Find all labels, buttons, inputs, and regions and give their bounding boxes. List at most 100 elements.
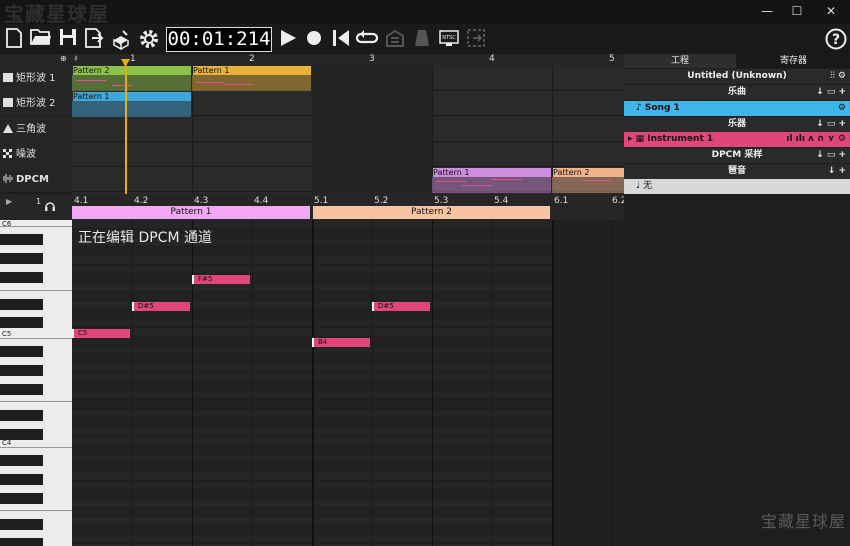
- bar-number: 4: [489, 54, 495, 64]
- sequencer-grid[interactable]: Pattern 2 Pattern 1 Pattern 1 Pattern 1 …: [72, 66, 624, 194]
- grid-row: [72, 472, 624, 481]
- song-item[interactable]: ♪ Song 1 ⚙: [624, 101, 850, 116]
- song-settings-icon[interactable]: ⚙: [838, 101, 846, 116]
- export-icon[interactable]: [83, 28, 105, 50]
- close-button[interactable]: ✕: [816, 0, 846, 24]
- watermark-top: 宝藏星球屋: [4, 2, 109, 26]
- pattern-block[interactable]: Pattern 2: [552, 168, 624, 193]
- qwerty-keyboard-icon[interactable]: [384, 28, 406, 50]
- ntsc-machine-icon[interactable]: NTSC: [438, 28, 460, 50]
- instrument-item[interactable]: ▸ ▦ Instrument 1 ıl ılı ʌ ∩ ⋎ ⚙: [624, 132, 850, 147]
- note-d-sharp-5[interactable]: D#5: [132, 302, 190, 311]
- tab-project[interactable]: 工程: [624, 54, 736, 68]
- bar-number: 5: [609, 54, 615, 64]
- grid-row: [72, 274, 624, 283]
- note-c-5[interactable]: C5: [72, 329, 130, 338]
- add-instrument-icon[interactable]: ↓ ▭ +: [816, 117, 846, 132]
- help-icon[interactable]: ?: [824, 28, 848, 50]
- grid-row: [72, 247, 624, 256]
- rewind-icon[interactable]: [330, 28, 352, 50]
- record-icon[interactable]: [303, 28, 325, 50]
- sequencer-header[interactable]: [72, 54, 624, 66]
- add-channel-icon[interactable]: ⊕: [60, 54, 67, 63]
- piano-roll-grid[interactable]: F#5 D#5 D#5 C5 B4: [72, 220, 624, 546]
- pattern-block[interactable]: Pattern 2: [72, 66, 191, 91]
- toolbar: 00:01:214 NTSC ?: [0, 24, 850, 54]
- grid-row: [72, 256, 624, 265]
- bar-number: 2: [249, 54, 255, 64]
- open-folder-icon[interactable]: [30, 28, 52, 50]
- sequencer-playhead[interactable]: [125, 66, 127, 194]
- project-title-row[interactable]: Untitled (Unknown) ⫶⫶ ⚙: [624, 69, 850, 84]
- piano-keyboard[interactable]: C6 C5 C4: [0, 220, 72, 546]
- piano-roll-pattern-1[interactable]: Pattern 1: [72, 206, 310, 219]
- pattern-block[interactable]: Pattern 1: [72, 92, 191, 117]
- song-label: Song 1: [644, 103, 680, 113]
- piano-roll-pattern-2[interactable]: Pattern 2: [313, 206, 550, 219]
- project-properties-icon[interactable]: ⫶⫶ ⚙: [830, 69, 846, 84]
- channel-square-1[interactable]: 矩形波 1: [0, 66, 72, 91]
- instrument-label: Instrument 1: [647, 134, 714, 144]
- cleanup-icon[interactable]: [110, 28, 132, 51]
- metronome-icon[interactable]: [411, 28, 433, 50]
- beat-label: 6.1: [554, 196, 569, 206]
- svg-text:?: ?: [832, 32, 840, 48]
- grid-row: [72, 526, 624, 535]
- play-icon[interactable]: [277, 28, 299, 50]
- add-arpeggio-icon[interactable]: ↓ +: [828, 164, 846, 179]
- beat-label: 4.2: [134, 196, 149, 206]
- songs-header-label: 乐曲: [727, 87, 746, 97]
- note-d-sharp-5[interactable]: D#5: [372, 302, 430, 311]
- add-dpcm-icon[interactable]: ↓ ▭ +: [816, 148, 846, 163]
- grid-row: [72, 490, 624, 499]
- channel-square-2[interactable]: 矩形波 2: [0, 91, 72, 116]
- watermark-bottom: 宝藏星球屋: [760, 512, 846, 531]
- expand-instrument-icon[interactable]: ▸ ▦: [628, 134, 647, 144]
- grid-row: [72, 535, 624, 544]
- channel-label: 噪波: [16, 149, 36, 160]
- dpcm-samples-header: DPCM 采样 ↓ ▭ +: [624, 148, 850, 163]
- pattern-block[interactable]: Pattern 1: [432, 168, 551, 193]
- channel-noise[interactable]: 噪波: [0, 142, 72, 167]
- beat-label: 5.1: [314, 196, 329, 206]
- arpeggio-item[interactable]: ♩ 无: [624, 179, 850, 194]
- minimize-button[interactable]: —: [752, 0, 782, 24]
- project-title: Untitled (Unknown): [687, 71, 787, 81]
- grid-row: [72, 391, 624, 400]
- beat-label: 4.1: [74, 196, 89, 206]
- expand-arrow-icon[interactable]: ▶: [6, 197, 12, 206]
- instruments-header-label: 乐器: [727, 119, 746, 129]
- grid-row: [72, 445, 624, 454]
- tab-registers[interactable]: 寄存器: [737, 54, 850, 68]
- grid-row: [72, 265, 624, 274]
- grid-row: [72, 454, 624, 463]
- maximize-button[interactable]: ☐: [782, 0, 812, 24]
- grid-row: [72, 463, 624, 472]
- channel-dpcm[interactable]: DPCM: [0, 167, 72, 192]
- instrument-envelope-icons[interactable]: ıl ılı ʌ ∩ ⋎ ⚙: [786, 132, 846, 147]
- music-note-icon: ♪: [636, 103, 645, 113]
- settings-gear-icon[interactable]: [138, 28, 160, 50]
- note-b-4[interactable]: B4: [312, 338, 370, 347]
- bar-number: 3: [369, 54, 375, 64]
- channel-triangle[interactable]: 三角波: [0, 117, 72, 142]
- arpeggios-header: 琶音 ↓ +: [624, 164, 850, 179]
- loop-icon[interactable]: [355, 28, 379, 50]
- channel-label: 矩形波 2: [16, 98, 56, 109]
- noise-icon: [3, 143, 13, 158]
- bar-number: 1: [130, 54, 136, 64]
- new-file-icon[interactable]: [3, 28, 25, 50]
- pattern-block[interactable]: Pattern 1: [192, 66, 311, 91]
- grid-row: [72, 481, 624, 490]
- add-song-icon[interactable]: ↓ ▭ +: [816, 85, 846, 100]
- octave-label: C6: [2, 220, 12, 228]
- note-f-sharp-5[interactable]: F#5: [192, 275, 250, 284]
- arpeggio-label: 无: [643, 181, 653, 191]
- grid-row: [72, 400, 624, 409]
- follow-mode-icon[interactable]: [465, 28, 487, 50]
- headphones-icon[interactable]: [44, 196, 58, 211]
- grid-row: [72, 310, 624, 319]
- save-icon[interactable]: [57, 28, 79, 50]
- instruments-header: 乐器 ↓ ▭ +: [624, 117, 850, 132]
- time-display: 00:01:214: [166, 27, 272, 52]
